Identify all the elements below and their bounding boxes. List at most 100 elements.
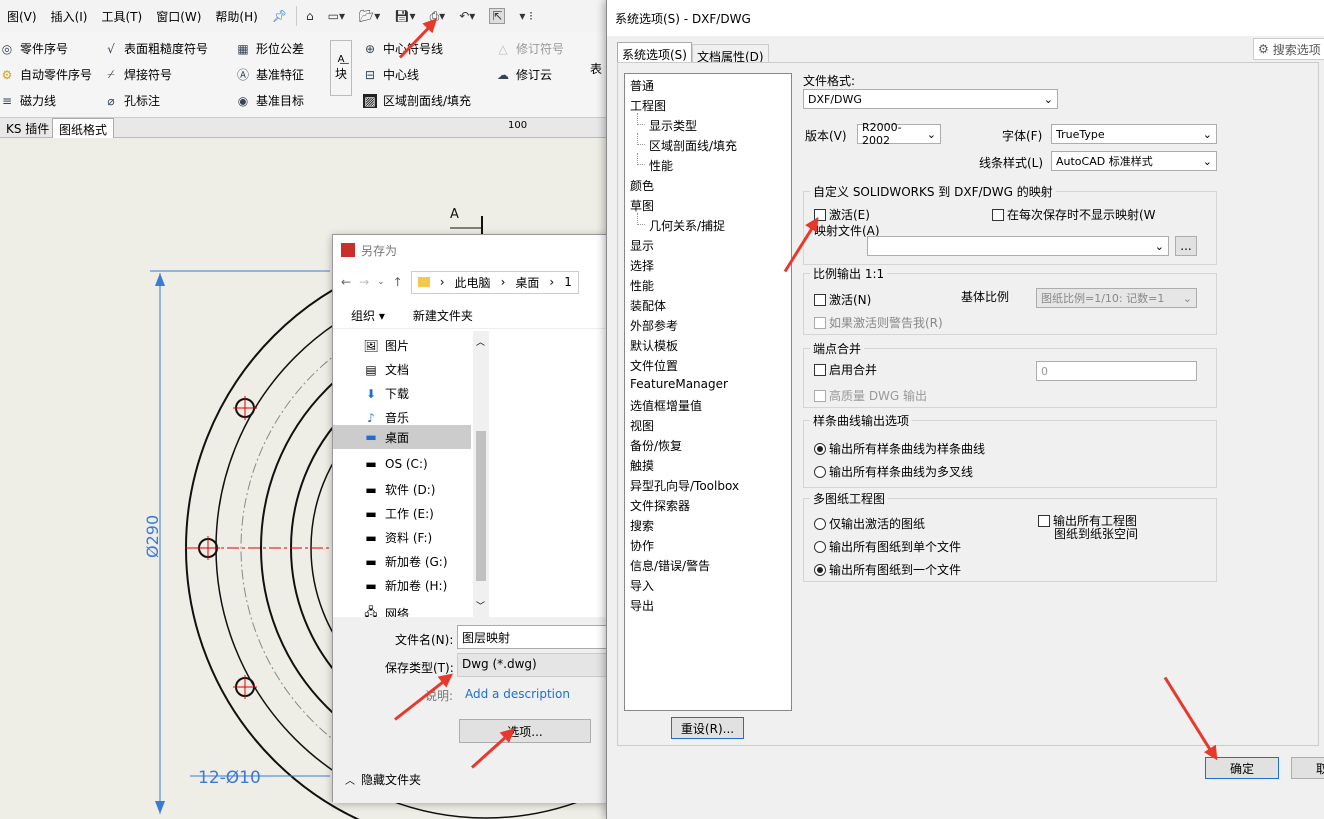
merge-tolerance-input[interactable]: 0 (1036, 361, 1197, 381)
nav-downloads[interactable]: ⬇ 下载 (363, 385, 409, 402)
organize-button[interactable]: 组织 ▾ (351, 307, 385, 324)
tree-item[interactable]: 外部参考 (630, 317, 678, 334)
nav-desktop[interactable]: ▬ 桌面 (333, 425, 471, 449)
revision-cloud-button[interactable]: ☁ 修订云 (496, 66, 552, 83)
magnetic-line-button[interactable]: ≡ 磁力线 (0, 92, 56, 109)
breadcrumb-desktop[interactable]: 桌面 (515, 274, 539, 291)
scroll-down-icon[interactable]: ﹀ (476, 599, 485, 612)
nav-documents[interactable]: ▤ 文档 (363, 361, 409, 378)
traffic-light-icon[interactable]: ▾ ⁝ (519, 9, 533, 23)
scroll-thumb[interactable] (476, 431, 486, 581)
tree-item[interactable]: 区域剖面线/填充 (637, 133, 737, 154)
tree-item[interactable]: 工程图 (630, 97, 666, 114)
add-description-link[interactable]: Add a description (465, 687, 570, 701)
hide-folders-toggle[interactable]: ︿ 隐藏文件夹 (345, 771, 421, 788)
dim-diameter-290[interactable]: Ø290 (143, 515, 162, 558)
linestyle-select[interactable]: AutoCAD 标准样式 ⌄ (1051, 151, 1217, 171)
breadcrumb[interactable]: › 此电脑 › 桌面 › 1 (410, 270, 579, 294)
enable-merge-checkbox[interactable]: 启用合并 (814, 361, 877, 378)
file-format-select[interactable]: DXF/DWG ⌄ (803, 89, 1058, 109)
tree-item[interactable]: 文件探索器 (630, 497, 690, 514)
paperspace-checkbox[interactable]: 输出所有工程图 图纸到纸张空间 (1038, 515, 1138, 541)
tree-item[interactable]: 搜索 (630, 517, 654, 534)
spline-as-spline-radio[interactable]: 输出所有样条曲线为样条曲线 (814, 440, 996, 457)
menu-help[interactable]: 帮助(H) (215, 8, 257, 25)
select-cursor-icon[interactable]: ⇱ (489, 8, 506, 24)
tree-item[interactable]: 选择 (630, 257, 654, 274)
scroll-up-icon[interactable]: ︿ (476, 335, 485, 348)
hole-callout-button[interactable]: ⌀ 孔标注 (104, 92, 160, 109)
nav-pictures[interactable]: 🖼︎ 图片 (363, 337, 409, 354)
nav-drive-f[interactable]: ▬ 资料 (F:) (363, 529, 432, 546)
tree-item[interactable]: 默认模板 (630, 337, 678, 354)
tree-item[interactable]: 性能 (630, 277, 654, 294)
menu-insert[interactable]: 插入(I) (51, 8, 88, 25)
font-select[interactable]: TrueType ⌄ (1051, 124, 1217, 144)
nav-drive-c[interactable]: ▬ OS (C:) (363, 457, 427, 471)
tree-item[interactable]: 触摸 (630, 457, 654, 474)
tree-item[interactable]: 显示 (630, 237, 654, 254)
back-arrow-icon[interactable]: ← (341, 275, 351, 289)
revision-symbol-button[interactable]: △ 修订符号 (496, 40, 564, 57)
browse-mapping-button[interactable]: ... (1175, 236, 1197, 256)
nav-drive-h[interactable]: ▬ 新加卷 (H:) (363, 577, 447, 594)
dim-holes-12x10[interactable]: 12-Ø10 (198, 768, 261, 788)
scale-activate-checkbox[interactable]: 激活(N) (814, 291, 871, 308)
nav-network[interactable]: 🖧︎ 网络 (363, 603, 409, 617)
datum-feature-button[interactable]: Ⓐ 基准特征 (236, 66, 304, 83)
tree-item[interactable]: 草图 (630, 197, 654, 214)
export-to-separate-files-radio[interactable]: 输出所有图纸到单个文件 (814, 538, 961, 555)
breadcrumb-folder-1[interactable]: 1 (564, 275, 572, 289)
export-active-sheet-radio[interactable]: 仅输出激活的图纸 (814, 515, 925, 532)
new-document-icon[interactable]: ▭▾ (328, 9, 345, 23)
search-options-box[interactable]: ⚙ 搜索选项 (1253, 38, 1324, 60)
tree-item[interactable]: 装配体 (630, 297, 666, 314)
tree-item[interactable]: 备份/恢复 (630, 437, 682, 454)
tree-item[interactable]: 普通 (630, 77, 654, 94)
nav-drive-d[interactable]: ▬ 软件 (D:) (363, 481, 435, 498)
tree-item[interactable]: 异型孔向导/Toolbox (630, 477, 739, 494)
version-select[interactable]: R2000-2002 ⌄ (857, 121, 941, 147)
datum-target-button[interactable]: ◉ 基准目标 (236, 92, 304, 109)
scale-warn-checkbox[interactable]: 如果激活则警告我(R) (814, 314, 943, 331)
filename-input[interactable]: 图层映射 (457, 625, 607, 649)
weld-symbol-button[interactable]: ⌿ 焊接符号 (104, 66, 172, 83)
tree-item[interactable]: 信息/错误/警告 (630, 557, 710, 574)
reset-button[interactable]: 重设(R)... (671, 717, 744, 739)
tree-item[interactable]: 颜色 (630, 177, 654, 194)
tree-item[interactable]: 协作 (630, 537, 654, 554)
balloon-button[interactable]: ◎ 零件序号 (0, 40, 68, 57)
save-icon[interactable]: 💾︎▾ (394, 9, 415, 23)
forward-arrow-icon[interactable]: → (359, 275, 369, 289)
tree-item[interactable]: 导出 (630, 597, 654, 614)
nav-scrollbar[interactable]: ︿ ﹀ (473, 331, 489, 617)
recent-dropdown-icon[interactable]: ⌄ (377, 277, 385, 287)
hq-dwg-checkbox[interactable]: 高质量 DWG 输出 (814, 387, 927, 404)
tree-item[interactable]: 导入 (630, 577, 654, 594)
nav-music[interactable]: ♪ 音乐 (363, 409, 409, 426)
mapping-file-select[interactable]: ⌄ (867, 236, 1169, 256)
block-button[interactable]: A͟ 块 (330, 40, 352, 96)
tree-item[interactable]: 视图 (630, 417, 654, 434)
undo-icon[interactable]: ↶▾ (459, 9, 475, 23)
tree-item[interactable]: 显示类型 (637, 113, 697, 134)
open-folder-icon[interactable]: 📂︎▾ (359, 9, 380, 23)
tree-item[interactable]: 文件位置 (630, 357, 678, 374)
area-hatch-button[interactable]: ▨ 区域剖面线/填充 (363, 92, 471, 109)
tree-item[interactable]: 性能 (637, 153, 673, 174)
tree-item[interactable]: 选值框增量值 (630, 397, 702, 414)
nav-drive-e[interactable]: ▬ 工作 (E:) (363, 505, 433, 522)
pin-icon[interactable]: 📌︎ (272, 9, 287, 23)
nav-drive-g[interactable]: ▬ 新加卷 (G:) (363, 553, 447, 570)
export-to-one-file-radio[interactable]: 输出所有图纸到一个文件 (814, 561, 961, 578)
tree-item[interactable]: 几何关系/捕捉 (637, 213, 725, 234)
spline-as-polyline-radio[interactable]: 输出所有样条曲线为多叉线 (814, 463, 996, 480)
tab-plugins[interactable]: KS 插件 (0, 120, 57, 137)
surface-finish-button[interactable]: √ 表面粗糙度符号 (104, 40, 208, 57)
base-scale-select[interactable]: 图纸比例=1/10: 记数=1 ⌄ (1036, 288, 1197, 308)
cancel-button[interactable]: 取 (1291, 757, 1324, 779)
file-type-select[interactable]: Dwg (*.dwg) (457, 653, 607, 677)
options-button[interactable]: 选项... (459, 719, 591, 743)
new-folder-button[interactable]: 新建文件夹 (413, 307, 473, 324)
geometric-tolerance-button[interactable]: ▦ 形位公差 (236, 40, 304, 57)
